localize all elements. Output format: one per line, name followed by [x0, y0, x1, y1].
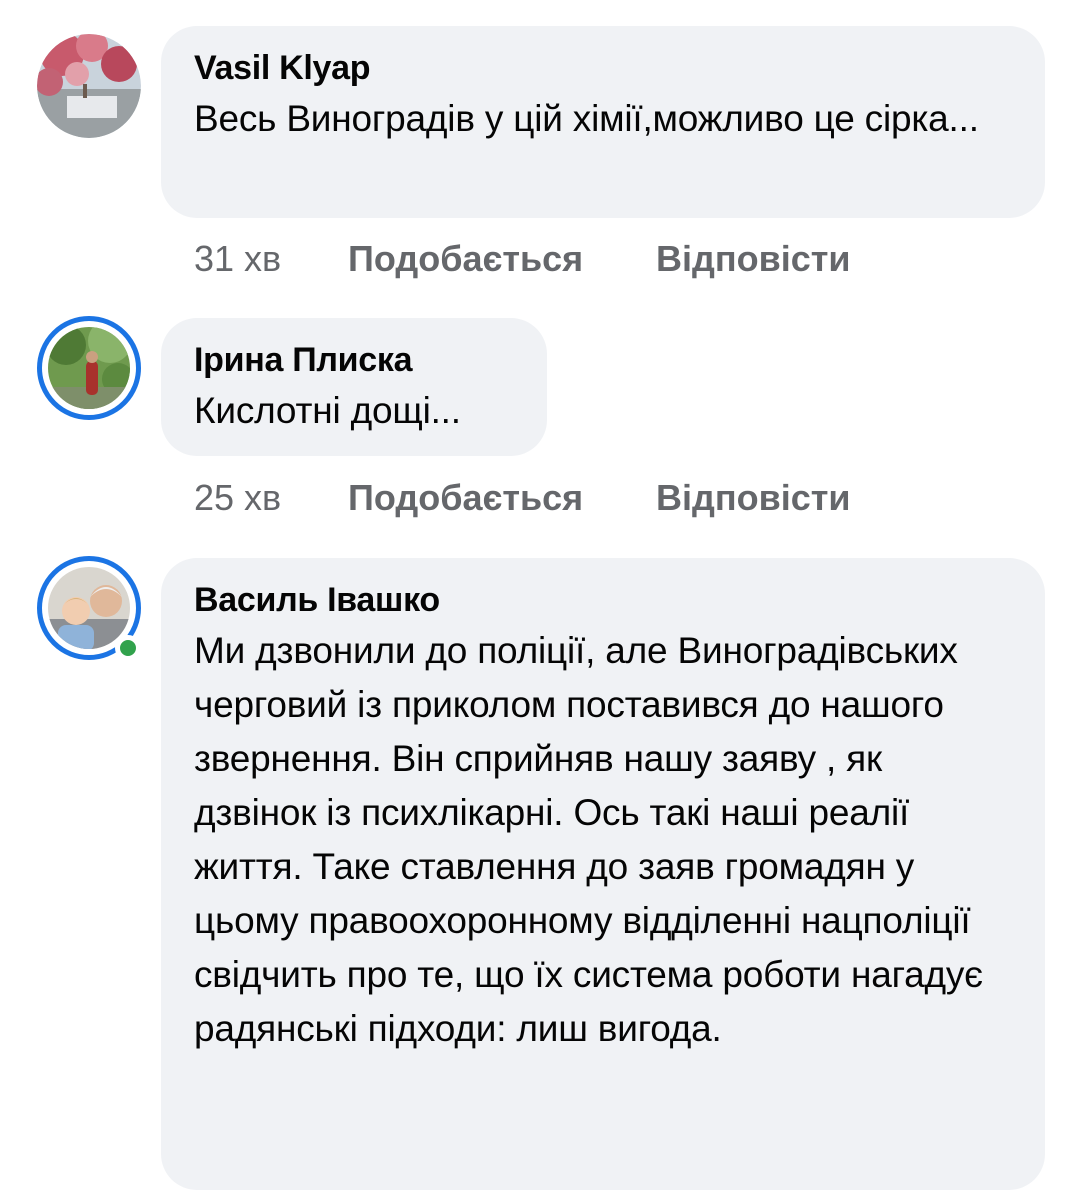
comment-text: Весь Виноградів у цій хімії,можливо це с… [194, 98, 979, 139]
avatar-photo [37, 34, 141, 138]
comment-actions: 31 хв Подобається Відповісти [194, 238, 851, 280]
reply-button[interactable]: Відповісти [656, 238, 851, 280]
comment-author[interactable]: Василь Івашко [194, 580, 1013, 620]
like-button[interactable]: Подобається [348, 238, 656, 280]
avatar[interactable] [37, 316, 141, 420]
comment-author[interactable]: Vasil Klyap [194, 48, 1013, 88]
comment-text: Кислотні дощі... [194, 390, 461, 431]
avatar-photo [48, 327, 130, 409]
comment-timestamp[interactable]: 31 хв [194, 238, 348, 280]
comment-text: Ми дзвонили до поліції, але Виноградівсь… [194, 630, 983, 1049]
online-status-icon [115, 635, 141, 661]
comment-actions: 25 хв Подобається Відповісти [194, 477, 851, 519]
avatar[interactable] [37, 34, 141, 138]
comment-bubble: Ірина Плиска Кислотні дощі... [161, 318, 547, 456]
reply-button[interactable]: Відповісти [656, 477, 851, 519]
comment-bubble: Vasil Klyap Весь Виноградів у цій хімії,… [161, 26, 1045, 218]
like-button[interactable]: Подобається [348, 477, 656, 519]
avatar-photo [48, 567, 130, 649]
comment-bubble: Василь Івашко Ми дзвонили до поліції, ал… [161, 558, 1045, 1190]
comment-author[interactable]: Ірина Плиска [194, 340, 515, 380]
comment-timestamp[interactable]: 25 хв [194, 477, 348, 519]
